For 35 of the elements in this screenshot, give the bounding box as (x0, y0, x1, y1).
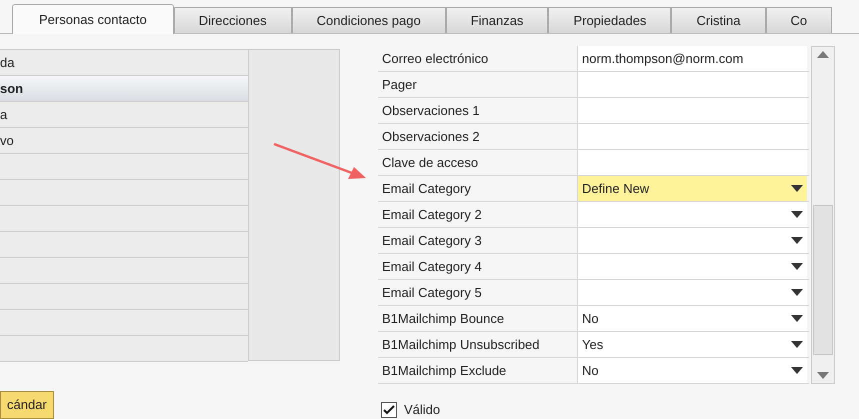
dropdown-caret-icon (791, 263, 803, 270)
tab[interactable]: Co (766, 7, 832, 33)
checkbox-label: Válido (404, 401, 440, 419)
scrollbar[interactable] (811, 46, 835, 384)
dropdown-caret-icon (791, 185, 803, 192)
standard-button[interactable]: cándar (0, 391, 54, 419)
dropdown-caret-icon (791, 367, 803, 374)
dropdown-field[interactable] (578, 254, 807, 279)
dropdown-caret-icon (791, 237, 803, 244)
tab[interactable]: Direcciones (174, 7, 292, 33)
dropdown-field[interactable] (578, 280, 807, 305)
dropdown-field[interactable]: No (578, 306, 807, 331)
tab[interactable]: Condiciones pago (292, 7, 446, 33)
input-field[interactable]: norm.thompson@norm.com (578, 46, 807, 71)
contact-row[interactable]: son (0, 76, 248, 102)
dropdown-caret-icon (791, 289, 803, 296)
scroll-up-icon[interactable] (817, 51, 829, 58)
tab[interactable]: Cristina (671, 7, 766, 33)
input-field[interactable] (578, 72, 807, 97)
scroll-down-icon[interactable] (817, 372, 829, 379)
dropdown-caret-icon (791, 341, 803, 348)
dropdown-field[interactable] (578, 228, 807, 253)
input-field[interactable] (578, 98, 807, 123)
dropdown-field[interactable]: Define New (578, 176, 807, 201)
tab[interactable]: Finanzas (446, 7, 548, 33)
input-field[interactable] (578, 150, 807, 175)
tab[interactable]: Personas contacto (12, 4, 174, 34)
dropdown-field[interactable]: No (578, 358, 807, 383)
dropdown-field[interactable] (578, 202, 807, 227)
tab[interactable]: Propiedades (548, 7, 672, 33)
dropdown-field[interactable]: Yes (578, 332, 807, 357)
dropdown-caret-icon (791, 211, 803, 218)
checkbox[interactable] (381, 402, 397, 418)
dropdown-caret-icon (791, 315, 803, 322)
input-field[interactable] (578, 124, 807, 149)
